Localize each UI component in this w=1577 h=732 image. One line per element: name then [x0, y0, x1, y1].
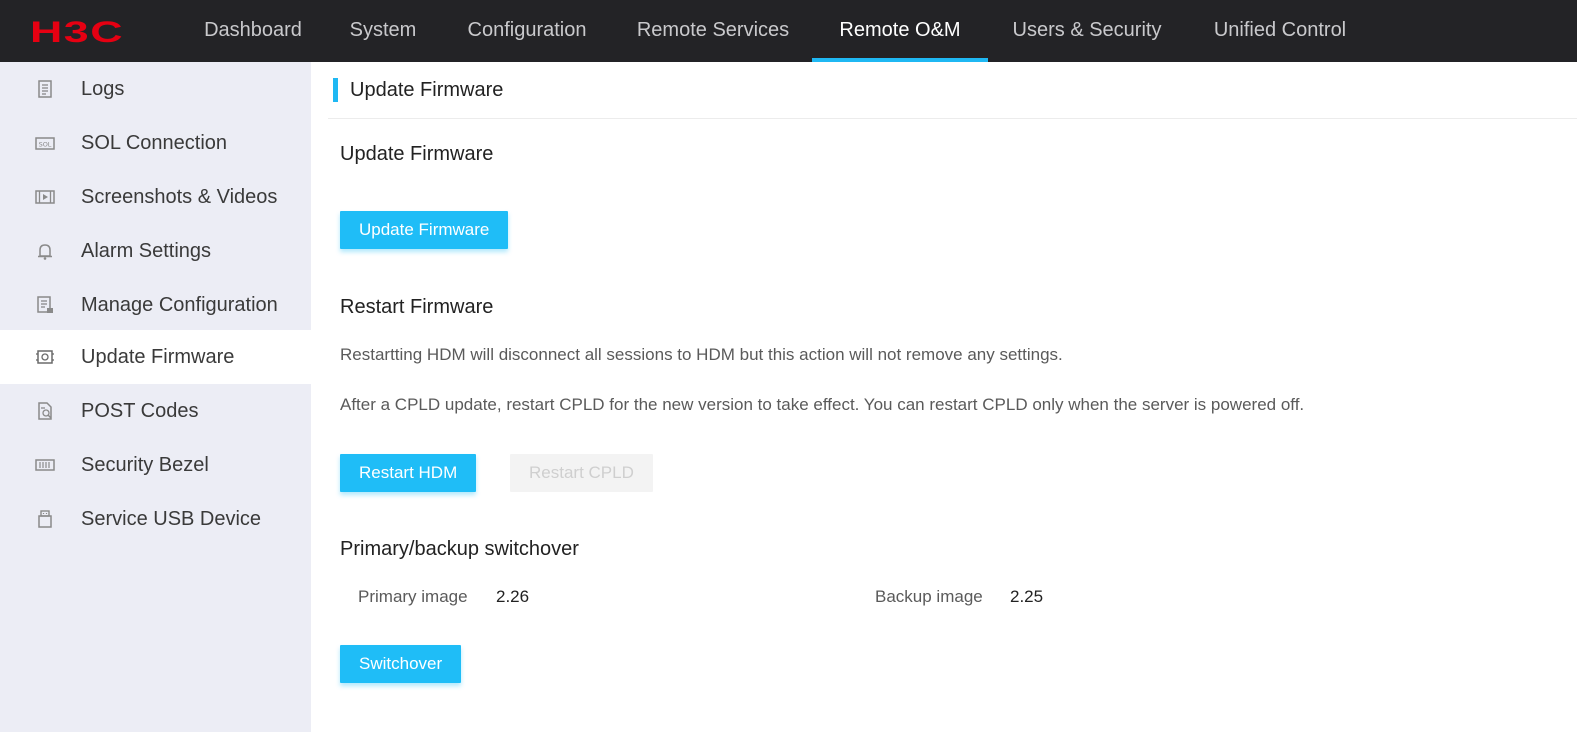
- sidebar-item-label: Logs: [81, 78, 125, 100]
- sidebar-item-label: Screenshots & Videos: [81, 186, 278, 208]
- sidebar-item-post-codes[interactable]: POST Codes: [0, 384, 311, 438]
- top-navigation-bar: H3C Dashboard System Configuration Remot…: [0, 0, 1577, 62]
- h3c-logo: H3C: [30, 18, 124, 46]
- sidebar-item-label: Service USB Device: [81, 508, 262, 530]
- nav-tab-system[interactable]: System: [326, 0, 440, 62]
- sidebar-item-sol-connection[interactable]: SOL SOL Connection: [0, 116, 311, 170]
- primary-image-value: 2.26: [496, 587, 530, 606]
- post-codes-icon: [38, 402, 52, 420]
- sidebar-item-label: Manage Configuration: [81, 294, 278, 316]
- firmware-chip-icon: [36, 350, 54, 364]
- sidebar-item-label: Update Firmware: [81, 346, 235, 368]
- sidebar-item-label: POST Codes: [81, 400, 199, 422]
- restart-hdm-button[interactable]: Restart HDM: [340, 454, 477, 492]
- switchover-section-title: Primary/backup switchover: [340, 538, 579, 560]
- title-divider: [328, 118, 1577, 119]
- svg-text:H3C: H3C: [30, 18, 124, 46]
- backup-image-label: Backup image: [875, 587, 983, 606]
- nav-tab-remote-services[interactable]: Remote Services: [614, 0, 812, 62]
- page-title: Update Firmware: [350, 79, 504, 101]
- sidebar-item-alarm-settings[interactable]: Alarm Settings: [0, 224, 311, 278]
- switchover-button[interactable]: Switchover: [340, 645, 462, 683]
- sidebar-item-update-firmware[interactable]: Update Firmware: [0, 330, 311, 384]
- sidebar: Logs SOL SOL Connection Screenshots & Vi…: [0, 62, 311, 732]
- backup-image-value: 2.25: [1010, 587, 1044, 606]
- svg-text:SOL: SOL: [39, 141, 52, 149]
- sidebar-item-label: SOL Connection: [81, 132, 228, 154]
- sol-icon: SOL: [35, 137, 55, 150]
- restart-hdm-description: Restartting HDM will disconnect all sess…: [340, 345, 1063, 364]
- sidebar-item-label: Alarm Settings: [81, 240, 212, 262]
- config-document-icon: [37, 296, 53, 313]
- sidebar-item-security-bezel[interactable]: Security Bezel: [0, 438, 311, 492]
- sidebar-item-screenshots-videos[interactable]: Screenshots & Videos: [0, 170, 311, 224]
- sidebar-item-logs[interactable]: Logs: [0, 62, 311, 116]
- restart-firmware-section-title: Restart Firmware: [340, 296, 494, 318]
- sidebar-item-service-usb-device[interactable]: Service USB Device: [0, 492, 311, 546]
- bezel-icon: [35, 459, 55, 471]
- usb-icon: [38, 510, 52, 528]
- logs-icon: [38, 80, 52, 98]
- page-title-accent: [333, 78, 338, 102]
- restart-cpld-button[interactable]: Restart CPLD: [510, 454, 653, 492]
- primary-image-label: Primary image: [358, 587, 468, 606]
- main-content: Update Firmware Update Firmware Update F…: [311, 62, 1577, 732]
- video-icon: [35, 190, 55, 204]
- sidebar-item-manage-configuration[interactable]: Manage Configuration: [0, 278, 311, 332]
- nav-tab-configuration[interactable]: Configuration: [440, 0, 614, 62]
- sidebar-item-label: Security Bezel: [81, 454, 209, 476]
- nav-tab-dashboard[interactable]: Dashboard: [180, 0, 326, 62]
- nav-tab-unified-control[interactable]: Unified Control: [1186, 0, 1374, 62]
- update-firmware-button[interactable]: Update Firmware: [340, 211, 509, 249]
- nav-tab-users-security[interactable]: Users & Security: [988, 0, 1186, 62]
- nav-tab-remote-om[interactable]: Remote O&M: [812, 0, 988, 62]
- update-firmware-section-title: Update Firmware: [340, 143, 494, 165]
- restart-cpld-description: After a CPLD update, restart CPLD for th…: [340, 395, 1305, 414]
- alarm-bell-icon: [38, 244, 52, 260]
